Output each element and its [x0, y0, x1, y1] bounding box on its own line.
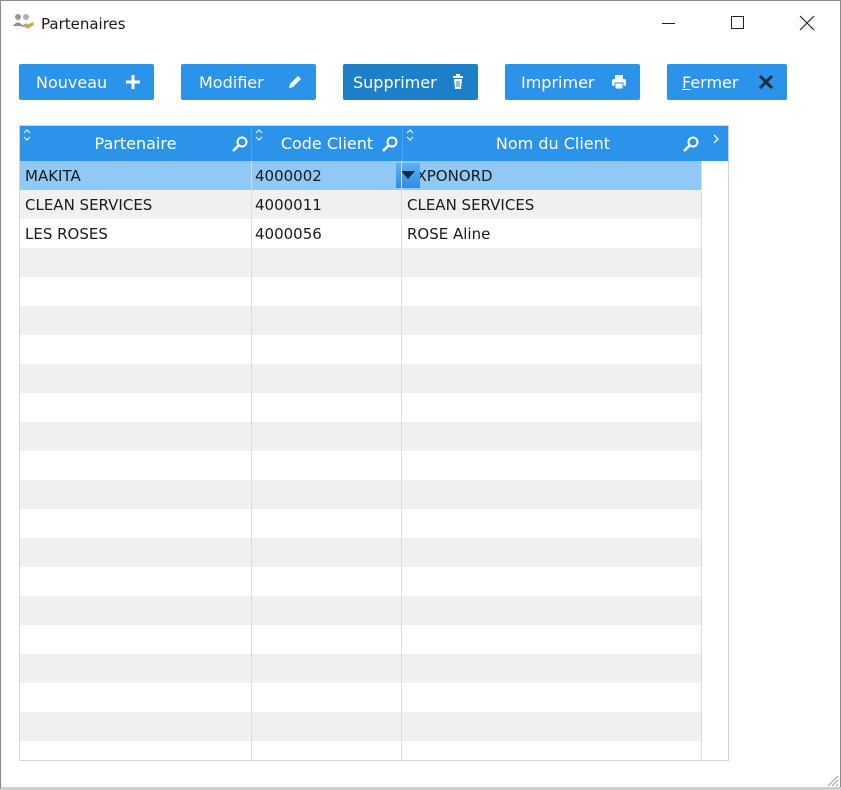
fermer-button[interactable]: Fermer: [667, 64, 787, 100]
table-row[interactable]: [20, 625, 701, 654]
table-row[interactable]: [20, 567, 701, 596]
trash-icon: [453, 74, 463, 89]
resize-grip-icon[interactable]: [825, 773, 839, 787]
window-title: Partenaires: [41, 15, 126, 33]
table-row[interactable]: [20, 451, 701, 480]
chevron-down-icon: [401, 171, 415, 179]
cell-code-client[interactable]: 4000002: [255, 167, 322, 185]
close-window-button[interactable]: [772, 1, 841, 45]
modifier-label: Modifier: [199, 73, 264, 92]
column-header-partenaire[interactable]: Partenaire: [20, 126, 251, 161]
table-gutter: [701, 161, 728, 760]
table-row[interactable]: CLEAN SERVICES 4000011 CLEAN SERVICES: [20, 190, 701, 219]
table-row[interactable]: [20, 538, 701, 567]
chevron-right-icon[interactable]: [711, 133, 721, 145]
supprimer-button[interactable]: Supprimer: [343, 64, 478, 100]
column-divider: [251, 161, 252, 760]
maximize-icon: [731, 16, 744, 29]
nouveau-button[interactable]: Nouveau: [19, 64, 154, 100]
column-divider: [401, 161, 402, 760]
magnifier-icon[interactable]: [382, 136, 398, 152]
code-client-dropdown-button[interactable]: [396, 163, 420, 188]
minimize-icon: [662, 23, 675, 24]
table-row[interactable]: [20, 596, 701, 625]
title-bar: Partenaires: [1, 1, 840, 45]
imprimer-button[interactable]: Imprimer: [505, 64, 640, 100]
cell-code-client[interactable]: 4000056: [255, 225, 322, 243]
table-row[interactable]: [20, 712, 701, 741]
table-row[interactable]: [20, 393, 701, 422]
cell-code-client[interactable]: 4000011: [255, 196, 322, 214]
cell-partenaire[interactable]: CLEAN SERVICES: [25, 196, 152, 214]
table-row[interactable]: [20, 654, 701, 683]
minimize-button[interactable]: [634, 1, 704, 45]
magnifier-icon[interactable]: [683, 136, 699, 152]
printer-icon: [612, 75, 626, 90]
table-row[interactable]: [20, 480, 701, 509]
table-row[interactable]: [20, 509, 701, 538]
nouveau-label: Nouveau: [36, 73, 108, 92]
cell-partenaire[interactable]: MAKITA: [25, 167, 81, 185]
column-header-nom-du-client[interactable]: Nom du Client: [403, 126, 703, 161]
table-row[interactable]: [20, 741, 701, 760]
table-row[interactable]: [20, 306, 701, 335]
table-row[interactable]: [20, 683, 701, 712]
column-title-nom-du-client: Nom du Client: [495, 134, 611, 153]
magnifier-icon[interactable]: [232, 136, 248, 152]
plus-icon: [126, 75, 140, 89]
table-row[interactable]: [20, 277, 701, 306]
people-icon: [13, 14, 34, 29]
table-header: Partenaire Code Client Nom du Client: [20, 126, 728, 161]
partenaires-window: Partenaires Nouveau Modifier Supprimer I…: [0, 0, 841, 790]
cell-partenaire[interactable]: LES ROSES: [25, 225, 108, 243]
table-row[interactable]: LES ROSES 4000056 ROSE Aline: [20, 219, 701, 248]
column-title-code-client: Code Client: [280, 134, 374, 153]
partenaires-table: Partenaire Code Client Nom du Client MAK…: [19, 125, 729, 761]
modifier-button[interactable]: Modifier: [181, 64, 316, 100]
maximize-button[interactable]: [703, 1, 773, 45]
table-row[interactable]: MAKITA 4000002 EXPONORD: [20, 161, 701, 190]
column-title-partenaire: Partenaire: [94, 134, 177, 153]
cell-nom-du-client[interactable]: CLEAN SERVICES: [407, 196, 534, 214]
table-row[interactable]: [20, 364, 701, 393]
table-row[interactable]: [20, 422, 701, 451]
close-icon: [799, 15, 815, 31]
column-header-code-client[interactable]: Code Client: [252, 126, 402, 161]
pencil-icon: [289, 76, 301, 88]
imprimer-label: Imprimer: [521, 73, 595, 92]
fermer-label: Fermer: [682, 73, 739, 92]
supprimer-label: Supprimer: [353, 73, 437, 92]
close-x-icon: [758, 74, 774, 90]
table-row[interactable]: [20, 335, 701, 364]
table-row[interactable]: [20, 248, 701, 277]
cell-nom-du-client[interactable]: ROSE Aline: [407, 225, 490, 243]
